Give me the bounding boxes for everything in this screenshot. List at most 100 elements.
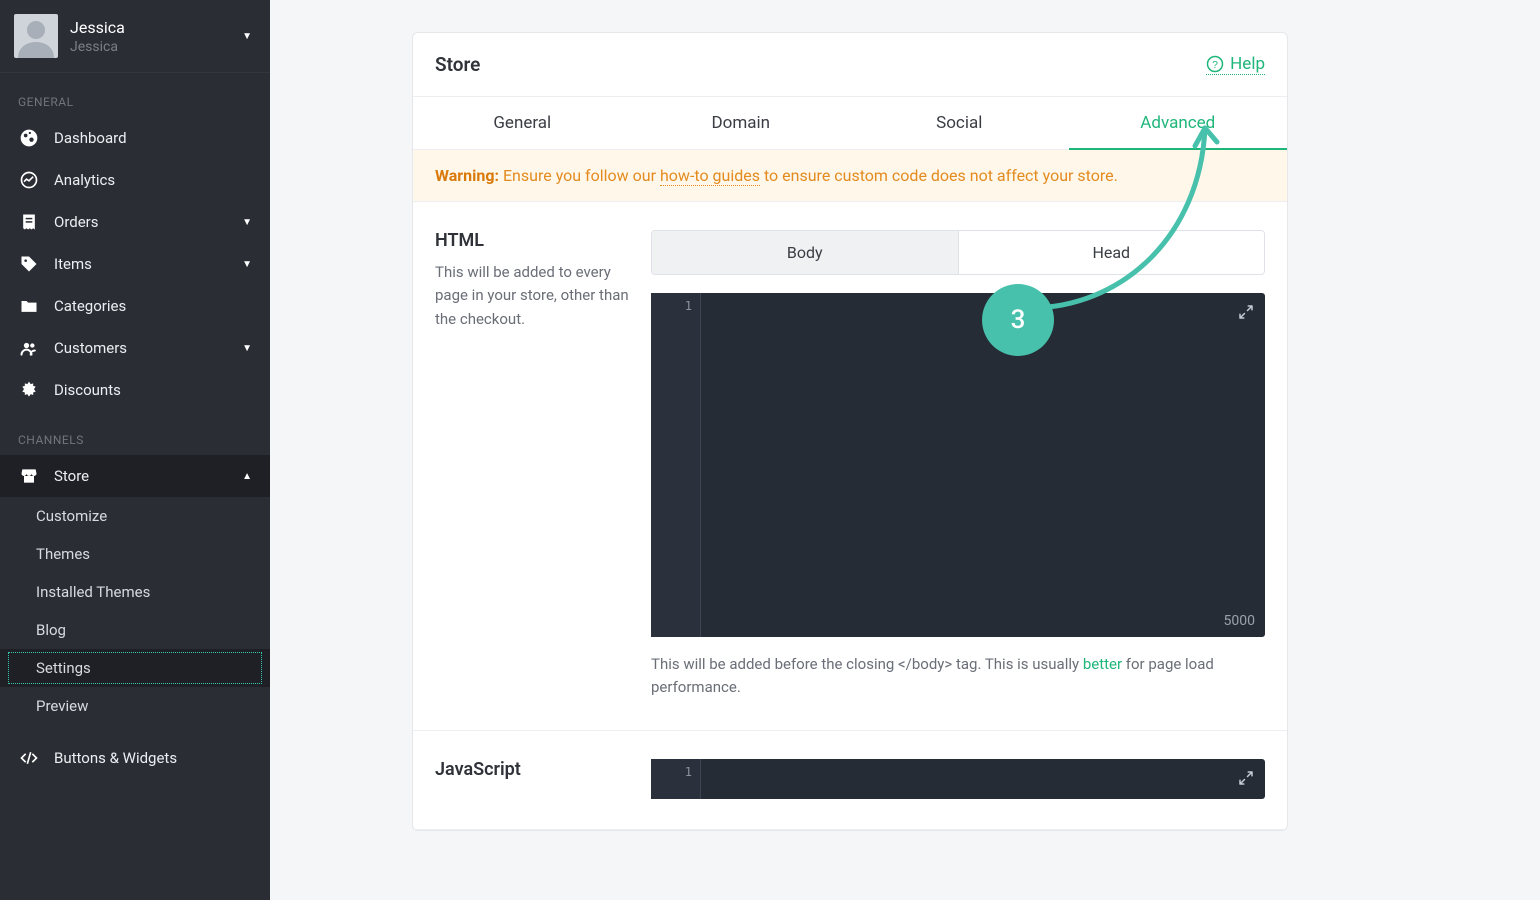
burst-icon bbox=[18, 379, 40, 401]
subnav-label: Themes bbox=[36, 545, 90, 563]
sidebar-item-label: Discounts bbox=[54, 381, 121, 399]
sidebar-item-orders[interactable]: Orders ▼ bbox=[0, 201, 270, 243]
warning-label: Warning: bbox=[435, 166, 499, 185]
subnav-installed-themes[interactable]: Installed Themes bbox=[0, 573, 270, 611]
section-label-general: GENERAL bbox=[0, 73, 270, 117]
js-section-right: 1 bbox=[651, 759, 1265, 799]
html-code-editor[interactable]: 1 5000 bbox=[651, 293, 1265, 637]
section-label-channels: CHANNELS bbox=[0, 411, 270, 455]
customers-icon bbox=[18, 337, 40, 359]
better-link[interactable]: better bbox=[1083, 655, 1122, 673]
sidebar-item-customers[interactable]: Customers ▼ bbox=[0, 327, 270, 369]
user-name: Jessica bbox=[70, 18, 125, 37]
chevron-up-icon: ▲ bbox=[242, 471, 252, 482]
chevron-down-icon: ▼ bbox=[242, 259, 252, 270]
tab-advanced[interactable]: Advanced bbox=[1069, 97, 1288, 149]
code-gutter: 1 bbox=[651, 293, 701, 637]
avatar bbox=[14, 14, 58, 58]
sidebar-item-buttons-widgets[interactable]: Buttons & Widgets bbox=[0, 737, 270, 779]
tag-icon bbox=[18, 253, 40, 275]
tab-domain[interactable]: Domain bbox=[632, 97, 851, 149]
char-counter: 5000 bbox=[1224, 613, 1255, 629]
warning-text-before: Ensure you follow our bbox=[499, 166, 660, 185]
help-link[interactable]: ? Help bbox=[1206, 54, 1265, 75]
body-head-segmented: Body Head bbox=[651, 230, 1265, 275]
subnav-blog[interactable]: Blog bbox=[0, 611, 270, 649]
annotation-step-number: 3 bbox=[1011, 305, 1026, 335]
expand-icon[interactable] bbox=[1237, 303, 1255, 321]
subnav-customize[interactable]: Customize bbox=[0, 497, 270, 535]
tab-social[interactable]: Social bbox=[850, 97, 1069, 149]
globe-icon bbox=[18, 127, 40, 149]
warning-text-after: to ensure custom code does not affect yo… bbox=[760, 166, 1118, 185]
sidebar-item-label: Buttons & Widgets bbox=[54, 749, 177, 767]
sidebar-item-label: Dashboard bbox=[54, 129, 127, 147]
js-section-title: JavaScript bbox=[435, 759, 631, 780]
sidebar-item-label: Orders bbox=[54, 213, 99, 231]
hint-before: This will be added before the closing </… bbox=[651, 655, 1083, 673]
sidebar-item-label: Customers bbox=[54, 339, 127, 357]
sidebar-item-categories[interactable]: Categories bbox=[0, 285, 270, 327]
sidebar-item-discounts[interactable]: Discounts bbox=[0, 369, 270, 411]
chevron-down-icon: ▼ bbox=[242, 217, 252, 228]
code-body[interactable] bbox=[701, 293, 1265, 637]
html-hint: This will be added before the closing </… bbox=[651, 653, 1265, 700]
folder-icon bbox=[18, 295, 40, 317]
chevron-down-icon: ▼ bbox=[242, 31, 252, 42]
sidebar-item-label: Analytics bbox=[54, 171, 115, 189]
segment-label: Head bbox=[1092, 243, 1130, 262]
line-number: 1 bbox=[685, 299, 692, 313]
sidebar-item-analytics[interactable]: Analytics bbox=[0, 159, 270, 201]
sidebar-item-label: Store bbox=[54, 467, 89, 485]
user-text: Jessica Jessica bbox=[70, 18, 125, 55]
sidebar-item-label: Categories bbox=[54, 297, 126, 315]
howto-guides-link[interactable]: how-to guides bbox=[660, 166, 760, 186]
js-section: JavaScript 1 bbox=[413, 731, 1287, 830]
js-section-left: JavaScript bbox=[435, 759, 651, 799]
main-content: Store ? Help General Domain Social Advan… bbox=[270, 0, 1540, 900]
receipt-icon bbox=[18, 211, 40, 233]
sidebar-item-dashboard[interactable]: Dashboard bbox=[0, 117, 270, 159]
warning-banner: Warning: Ensure you follow our how-to gu… bbox=[413, 150, 1287, 202]
page-title: Store bbox=[435, 53, 480, 76]
sidebar-item-items[interactable]: Items ▼ bbox=[0, 243, 270, 285]
sidebar-item-label: Items bbox=[54, 255, 92, 273]
tab-label: Social bbox=[936, 113, 982, 133]
store-icon bbox=[18, 465, 40, 487]
sidebar-item-store[interactable]: Store ▲ bbox=[0, 455, 270, 497]
tab-label: General bbox=[493, 113, 551, 133]
tabs: General Domain Social Advanced bbox=[413, 97, 1287, 150]
html-section-desc: This will be added to every page in your… bbox=[435, 261, 631, 331]
code-gutter: 1 bbox=[651, 759, 701, 799]
html-section-right: Body Head 1 5000 This will be added befo… bbox=[651, 230, 1265, 700]
segment-body[interactable]: Body bbox=[652, 231, 958, 274]
card-header: Store ? Help bbox=[413, 33, 1287, 97]
subnav-label: Customize bbox=[36, 507, 107, 525]
subnav-settings[interactable]: Settings bbox=[0, 649, 270, 687]
code-body[interactable] bbox=[701, 759, 1265, 799]
expand-icon[interactable] bbox=[1237, 769, 1255, 787]
user-subtitle: Jessica bbox=[70, 39, 125, 55]
help-icon: ? bbox=[1206, 55, 1224, 73]
html-section: HTML This will be added to every page in… bbox=[413, 202, 1287, 731]
subnav-preview[interactable]: Preview bbox=[0, 687, 270, 725]
html-section-title: HTML bbox=[435, 230, 631, 251]
subnav-label: Installed Themes bbox=[36, 583, 150, 601]
help-label: Help bbox=[1230, 54, 1265, 74]
subnav-themes[interactable]: Themes bbox=[0, 535, 270, 573]
store-subnav: Customize Themes Installed Themes Blog S… bbox=[0, 497, 270, 725]
user-menu[interactable]: Jessica Jessica ▼ bbox=[0, 0, 270, 73]
html-section-left: HTML This will be added to every page in… bbox=[435, 230, 651, 700]
subnav-label: Settings bbox=[36, 659, 91, 677]
subnav-label: Blog bbox=[36, 621, 66, 639]
subnav-label: Preview bbox=[36, 697, 88, 715]
tab-label: Domain bbox=[711, 113, 770, 133]
code-icon bbox=[18, 747, 40, 769]
segment-label: Body bbox=[787, 243, 823, 262]
sidebar: Jessica Jessica ▼ GENERAL Dashboard Anal… bbox=[0, 0, 270, 900]
tab-label: Advanced bbox=[1140, 113, 1215, 133]
segment-head[interactable]: Head bbox=[958, 231, 1265, 274]
js-code-editor[interactable]: 1 bbox=[651, 759, 1265, 799]
analytics-icon bbox=[18, 169, 40, 191]
tab-general[interactable]: General bbox=[413, 97, 632, 149]
